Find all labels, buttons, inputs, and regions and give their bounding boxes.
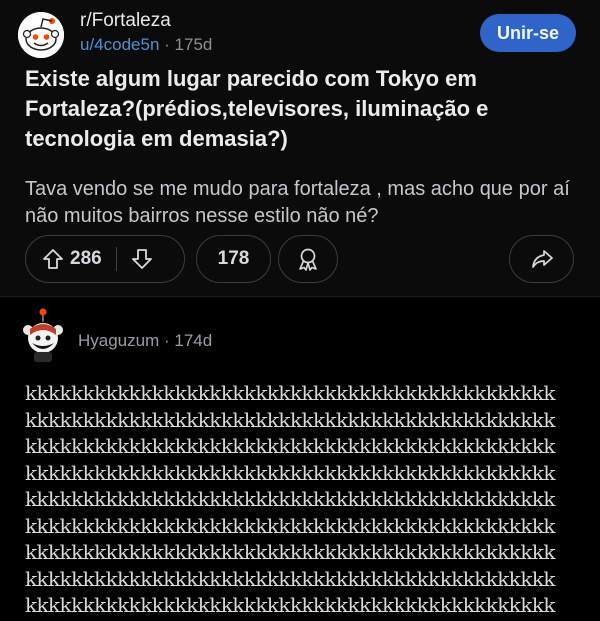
comment-line: kkkkkkkkkkkkkkkkkkkkkkkkkkkkkkkkkkkkkkkk… [25, 381, 555, 405]
share-button[interactable] [509, 235, 574, 283]
share-icon [531, 250, 553, 268]
comment-line: kkkkkkkkkkkkkkkkkkkkkkkkkkkkkkkkkkkkkkkk… [25, 566, 555, 591]
comment-line: kkkkkkkkkkkkkkkkkkkkkkkkkkkkkkkkkkkkkkkk… [25, 487, 555, 511]
downvote-icon[interactable] [129, 246, 155, 272]
award-icon [299, 248, 317, 271]
comment-body: kkkkkkkkkkkkkkkkkkkkkkkkkkkkkkkkkkkkkkkk… [25, 380, 595, 619]
commenter-avatar[interactable] [18, 307, 68, 363]
meta-separator: · [164, 331, 175, 350]
comment-line: kkkkkkkkkkkkkkkkkkkkkkkkkkkkkkkkkkkkkkkk… [25, 540, 555, 564]
post-body: Tava vendo se me mudo para fortaleza , m… [25, 178, 570, 227]
upvote-count: 286 [70, 248, 102, 269]
comment-meta: Hyaguzum · 174d [78, 331, 212, 351]
comment-count: 178 [217, 248, 250, 269]
comment-line: kkkkkkkkkkkkkkkkkkkkkkkkkkkkkkkkkkkkkkkk… [25, 593, 555, 617]
comment-age: 174d [174, 331, 213, 350]
join-button[interactable]: Unir-se [480, 14, 576, 52]
award-button[interactable] [278, 235, 338, 283]
divider [0, 296, 600, 297]
post-author[interactable]: u/4code5n [80, 35, 159, 54]
comment-author[interactable]: Hyaguzum [78, 331, 159, 350]
subreddit-avatar[interactable] [18, 12, 64, 58]
vote-divider [115, 247, 117, 271]
commenter-avatar-icon [23, 308, 63, 362]
comment-line: kkkkkkkkkkkkkkkkkkkkkkkkkkkkkkkkkkkkkkkk… [25, 434, 555, 458]
snoo-avatar-icon [18, 12, 64, 58]
post-age: 175d [174, 35, 213, 54]
comments-button[interactable]: 178 [196, 235, 271, 283]
comment-line: kkkkkkkkkkkkkkkkkkkkkkkkkkkkkkkkkkkkkkkk… [25, 513, 555, 538]
comment-line: kkkkkkkkkkkkkkkkkkkkkkkkkkkkkkkkkkkkkkkk… [25, 407, 555, 432]
upvote-icon[interactable] [40, 246, 66, 272]
meta-separator: · [164, 35, 175, 54]
post-meta: u/4code5n · 175d [80, 35, 212, 55]
subreddit-name[interactable]: r/Fortaleza [80, 10, 171, 32]
vote-control: 286 [25, 235, 185, 283]
comment-line: kkkkkkkkkkkkkkkkkkkkkkkkkkkkkkkkkkkkkkkk… [25, 460, 555, 485]
post-title[interactable]: Existe algum lugar parecido com Tokyo em… [25, 64, 585, 154]
